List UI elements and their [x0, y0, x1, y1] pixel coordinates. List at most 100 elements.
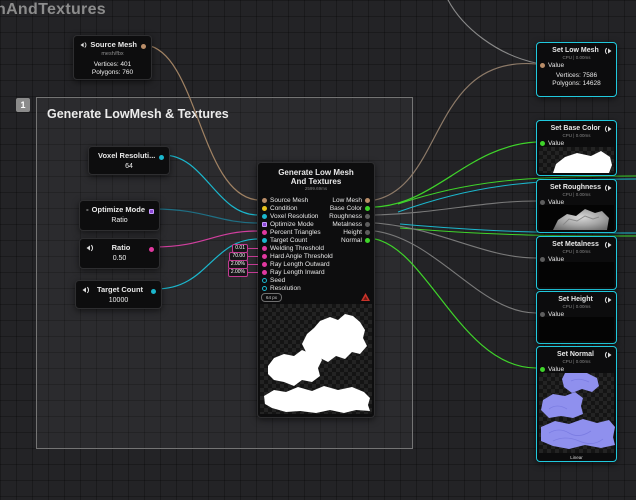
pin-in-percent-triangles[interactable] [262, 229, 267, 235]
export-icon [605, 241, 612, 248]
node-title: Ratio [111, 243, 131, 252]
pin-label: Value [548, 366, 565, 373]
node-title: Voxel Resoluti... [98, 151, 156, 160]
node-set-roughness[interactable]: Set Roughness CPU | 0.00ms Value [536, 179, 617, 233]
group-badge[interactable]: 1 [16, 98, 30, 112]
normal-map-preview-image [539, 373, 615, 453]
import-icon [82, 286, 89, 293]
pin-label: Resolution [270, 284, 301, 292]
pin-out-metalness[interactable] [365, 221, 370, 227]
base-color-preview-image [539, 147, 614, 173]
pin-label: Height [343, 228, 362, 236]
node-title: Target Count [96, 285, 144, 294]
pin-voxel-resolution-output[interactable] [159, 155, 164, 160]
pin-out-height[interactable] [365, 229, 370, 235]
roughness-preview-image [539, 205, 614, 230]
pin-label: Low Mesh [332, 196, 362, 204]
pin-source-mesh-output[interactable] [141, 44, 146, 49]
node-optimize-mode[interactable]: Optimize Mode Ratio [79, 200, 160, 231]
node-exec-time: 2599.69ms [304, 186, 328, 191]
import-icon [80, 41, 87, 48]
graph-title: hAndTextures [0, 1, 106, 18]
pin-in-seed[interactable] [262, 277, 267, 283]
node-subtitle: mesh/fbx [101, 51, 124, 57]
pin-label: Optimize Mode [270, 220, 314, 228]
pin-in-optimize-mode[interactable] [262, 221, 267, 227]
pin-label: Base Color [329, 204, 362, 212]
pin-in-ray-length-inward[interactable] [262, 269, 267, 275]
node-voxel-resolution[interactable]: Voxel Resoluti... 64 [88, 146, 170, 175]
pin-label: Percent Triangles [270, 228, 321, 236]
pin-label: Value [548, 62, 565, 69]
pin-in-hard-angle-threshold[interactable] [262, 253, 267, 259]
value-ray-length-inward[interactable]: 2.00% [227, 268, 259, 277]
pin-out-roughness[interactable] [365, 213, 370, 219]
pin-label: Roughness [329, 212, 362, 220]
node-value: Ratio [111, 217, 128, 224]
pin-in-welding-threshold[interactable] [262, 245, 267, 251]
pin-in-value[interactable] [540, 141, 545, 146]
pin-label: Seed [270, 276, 286, 284]
node-set-metalness[interactable]: Set Metalness CPU | 0.00ms Value [536, 236, 617, 290]
pin-label: Value [548, 140, 565, 147]
export-icon [605, 125, 612, 132]
pin-in-ray-length-outward[interactable] [262, 261, 267, 267]
pin-out-low-mesh[interactable] [365, 197, 370, 203]
import-icon [86, 244, 93, 251]
import-icon [86, 208, 89, 211]
node-value: 64 [125, 163, 133, 170]
node-title: Source Mesh [90, 40, 137, 49]
pin-out-base-color[interactable] [365, 205, 370, 211]
pin-in-value[interactable] [540, 63, 545, 68]
export-icon [605, 184, 612, 191]
node-title: Set Height [558, 296, 593, 303]
wire-from-top-edge [447, 0, 537, 64]
export-icon [605, 351, 612, 358]
node-title: Set Normal [557, 351, 594, 358]
node-set-base-color[interactable]: Set Base Color CPU | 0.00ms Value [536, 120, 617, 176]
pin-target-count-output[interactable] [151, 289, 156, 294]
node-ratio[interactable]: Ratio 0.50 [79, 238, 160, 269]
pin-in-target-count[interactable] [262, 237, 267, 243]
export-icon [605, 296, 612, 303]
pin-label: Condition [270, 204, 298, 212]
pin-label: Normal [341, 236, 362, 244]
metalness-preview-image [539, 262, 614, 287]
stat-polygons: Polygons: 14628 [552, 80, 601, 87]
pin-label: Target Count [270, 236, 308, 244]
pin-label: Welding Threshold [270, 244, 324, 252]
pin-optimize-mode-output[interactable] [149, 209, 154, 214]
node-generate-low-mesh[interactable]: Generate Low Mesh And Textures 2599.69ms… [227, 162, 375, 418]
pin-label: Ray Length Inward [270, 268, 325, 276]
pin-in-source-mesh[interactable] [262, 197, 267, 203]
pin-out-normal[interactable] [365, 237, 370, 243]
node-value: 10000 [108, 297, 129, 304]
group-title: Generate LowMesh & Textures [47, 107, 229, 121]
node-title-line2: And Textures [290, 177, 342, 186]
export-icon [605, 47, 612, 54]
node-set-normal[interactable]: Set Normal CPU | 0.00ms Value Linear [536, 346, 617, 462]
node-target-count[interactable]: Target Count 10000 [75, 280, 162, 309]
node-title-line1: Generate Low Mesh [278, 168, 354, 177]
mask-preview-image [260, 304, 372, 414]
pin-in-voxel-resolution[interactable] [262, 213, 267, 219]
pin-in-resolution[interactable] [262, 285, 267, 291]
node-graph-canvas[interactable]: hAndTextures Generate LowMesh & Textures… [0, 0, 636, 500]
node-title: Set Base Color [550, 125, 601, 132]
pin-label: Metalness [332, 220, 362, 228]
node-source-mesh[interactable]: Source Mesh mesh/fbx Vertices: 401 Polyg… [73, 35, 152, 80]
node-title: Set Metalness [552, 241, 599, 248]
stat-polygons: Polygons: 760 [91, 69, 134, 76]
colorspace-label: Linear [570, 455, 583, 460]
pin-in-value[interactable] [540, 367, 545, 372]
resolution-badge[interactable]: 64 px [261, 293, 283, 302]
pin-ratio-output[interactable] [149, 247, 154, 252]
pin-label: Source Mesh [270, 196, 309, 204]
pin-in-condition[interactable] [262, 205, 267, 211]
node-set-height[interactable]: Set Height CPU | 0.00ms Value [536, 291, 617, 344]
node-value: 0.50 [112, 255, 127, 262]
height-preview-image [539, 317, 614, 341]
node-set-low-mesh[interactable]: Set Low Mesh CPU | 0.00ms Value Vertices… [536, 42, 617, 97]
pin-label: Ray Length Outward [270, 260, 330, 268]
node-title: Set Roughness [550, 184, 601, 191]
